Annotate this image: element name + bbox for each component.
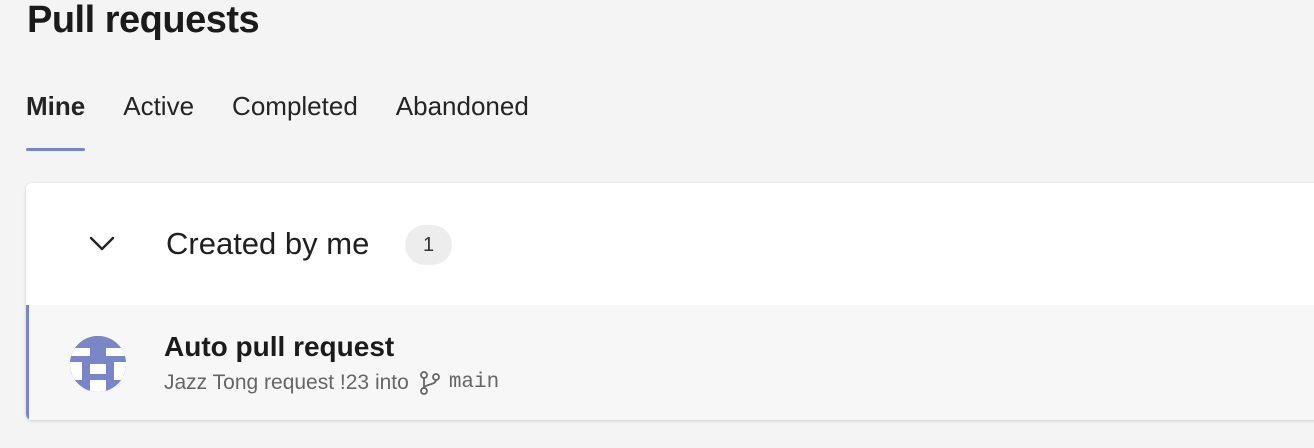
group-header-created-by-me[interactable]: Created by me 1 bbox=[26, 183, 1314, 305]
tab-completed[interactable]: Completed bbox=[232, 86, 358, 126]
branch-icon bbox=[419, 371, 440, 395]
avatar-identicon bbox=[70, 336, 126, 392]
tab-mine[interactable]: Mine bbox=[26, 86, 86, 151]
pr-list-item[interactable]: Auto pull request Jazz Tong request !23 … bbox=[26, 305, 1314, 420]
chevron-down-icon[interactable] bbox=[88, 235, 116, 253]
pr-into-word: into bbox=[374, 371, 409, 394]
pr-tabs: Mine Active Completed Abandoned bbox=[26, 86, 567, 154]
pr-meta: Jazz Tong request !23 into main bbox=[164, 369, 499, 397]
page-title: Pull requests bbox=[27, 0, 260, 41]
group-title: Created by me bbox=[166, 226, 370, 261]
pr-title[interactable]: Auto pull request bbox=[164, 329, 394, 365]
pull-requests-page: Pull requests Mine Active Completed Aban… bbox=[0, 0, 1314, 448]
pr-request-word: request bbox=[264, 371, 335, 394]
count-badge: 1 bbox=[405, 225, 452, 265]
tab-active[interactable]: Active bbox=[123, 86, 194, 126]
target-branch[interactable]: main bbox=[449, 369, 499, 397]
tab-abandoned[interactable]: Abandoned bbox=[396, 86, 529, 126]
pr-author: Jazz Tong bbox=[164, 371, 259, 394]
avatar bbox=[70, 336, 126, 392]
pr-id: !23 bbox=[339, 371, 370, 394]
pr-list-card: Created by me 1 Auto pull request Jazz T… bbox=[26, 183, 1314, 420]
